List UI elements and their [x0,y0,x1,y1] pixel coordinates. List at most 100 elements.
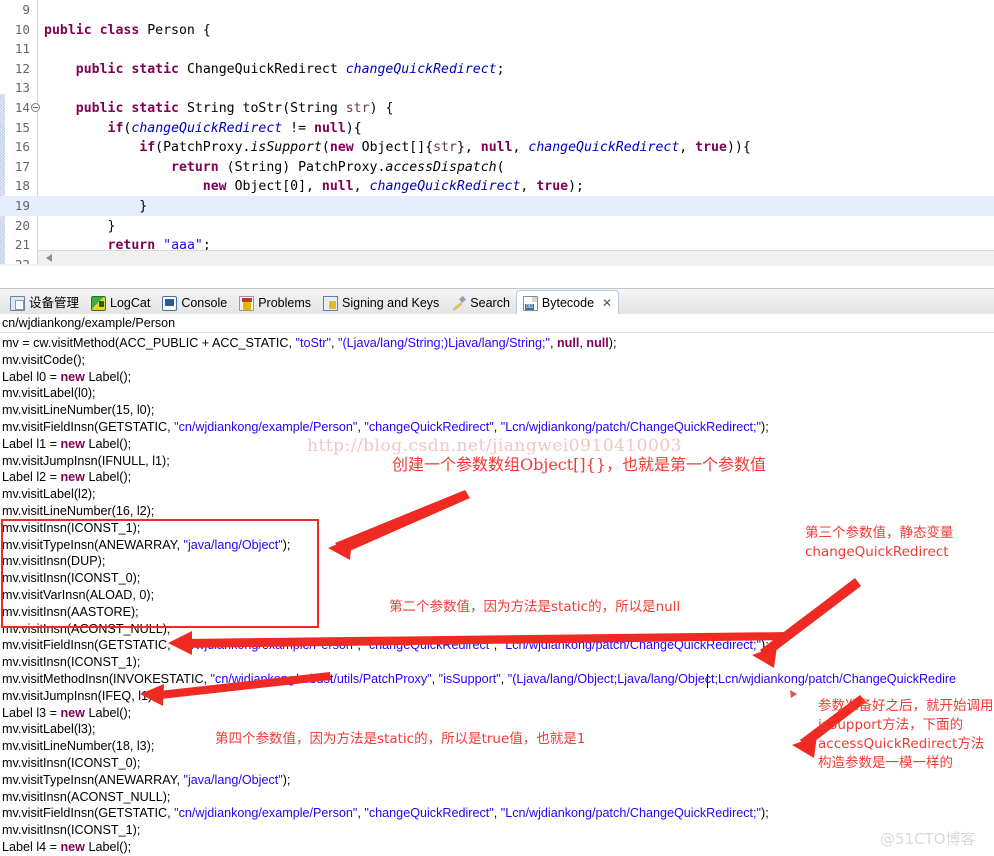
tab-label: Signing and Keys [342,295,440,310]
bytecode-token: , [331,336,339,350]
bytecode-token: mv.visitInsn(ICONST_0); [2,755,141,770]
bytecode-line[interactable]: mv.visitFieldInsn(GETSTATIC, "cn/wjdiank… [2,419,994,436]
code-text: if(PatchProxy.isSupport(new Object[]{str… [30,138,751,158]
bytecode-token: "Lcn/wjdiankong/patch/ChangeQuickRedirec… [500,419,762,434]
tab-problems[interactable]: Problems [233,291,317,315]
tab-label: Search [470,295,510,310]
tab-logcat[interactable]: LogCat [85,291,156,315]
bytecode-line[interactable]: mv.visitTypeInsn(ANEWARRAY, "java/lang/O… [2,537,994,554]
bytecode-listing[interactable]: mv = cw.visitMethod(ACC_PUBLIC + ACC_STA… [0,333,994,856]
bytecode-line[interactable]: mv.visitLineNumber(15, l0); [2,402,994,419]
bytecode-line[interactable]: mv.visitInsn(ICONST_1); [2,822,994,839]
code-token: null [321,179,354,195]
close-icon[interactable]: ✕ [602,297,612,309]
code-line[interactable]: 10 public class Person { [0,20,994,40]
bytecode-line[interactable]: mv = cw.visitMethod(ACC_PUBLIC + ACC_STA… [2,335,994,352]
line-number: 21 [14,237,30,253]
bytecode-line[interactable]: Label l0 = new Label(); [2,369,994,386]
code-line[interactable]: 20 } [0,216,994,236]
bytecode-line[interactable]: mv.visitInsn(DUP); [2,553,994,570]
bytecode-line[interactable]: Label l3 = new Label(); [2,705,994,722]
line-number: 14 [14,99,30,115]
code-token: )){ [726,140,751,156]
tab-bytecode[interactable]: Bytecode ✕ [515,290,620,315]
bytecode-line[interactable]: mv.visitInsn(ICONST_0); [2,570,994,587]
code-line[interactable]: 15 if(changeQuickRedirect != null){ [0,118,994,138]
bytecode-token: "changeQuickRedirect" [364,419,494,434]
bytecode-line[interactable]: mv.visitFieldInsn(GETSTATIC, "cn/wjdiank… [2,805,994,822]
bytecode-line[interactable]: mv.visitLabel(l0); [2,385,994,402]
bytecode-token: Label(); [84,470,132,485]
bytecode-token: mv.visitInsn(ICONST_0); [2,571,141,586]
bytecode-token: ); [282,772,291,787]
code-line[interactable]: 19 } [0,195,994,216]
bytecode-line[interactable]: mv.visitInsn(ICONST_1); [2,654,994,671]
code-line[interactable]: 11 [0,39,994,59]
code-token: != [282,120,314,136]
editor-horizontal-scrollbar[interactable] [38,250,994,266]
bytecode-line[interactable]: mv.visitFieldInsn(GETSTATIC, "cn/wjdiank… [2,637,994,654]
scroll-left-arrow-icon[interactable] [46,254,52,262]
tab-设备管理[interactable]: 设备管理 [4,291,85,315]
code-line[interactable]: 16 if(PatchProxy.isSupport(new Object[]{… [0,137,994,157]
code-line[interactable]: 14 public static String toStr(String str… [0,98,994,118]
code-token: public [75,61,124,77]
code-token: changeQuickRedirect [528,140,680,156]
code-line[interactable]: 18 new Object[0], null, changeQuickRedir… [0,176,994,196]
bytecode-token: mv.visitInsn(ACONST_NULL); [2,621,171,636]
tab-console[interactable]: Console [156,291,233,315]
code-text: } [30,217,116,237]
line-number: 11 [14,41,30,57]
bytecode-token: "isSupport" [438,671,501,686]
code-token: Object[]{ [353,140,434,156]
view-tab-bar[interactable]: 设备管理 LogCat Console Problems Signing and Key… [0,288,994,315]
bytecode-line[interactable]: mv.visitJumpInsn(IFEQ, l1); [2,688,994,705]
bytecode-line[interactable]: Label l1 = new Label(); [2,436,994,453]
bytecode-token: "java/lang/Object" [183,772,283,787]
bytecode-line[interactable]: mv.visitVarInsn(ALOAD, 0); [2,587,994,604]
code-token: str [345,100,370,116]
signing-keys-icon [323,295,338,311]
bytecode-token: null [586,336,609,350]
code-line[interactable]: 12 public static ChangeQuickRedirect cha… [0,59,994,79]
code-token: if [107,120,124,136]
tab-search[interactable]: Search [445,291,516,315]
editor-code-area[interactable]: 9 10 public class Person {11 12 public stat… [0,0,994,266]
bytecode-line[interactable]: mv.visitLineNumber(16, l2); [2,503,994,520]
bytecode-token: Label l3 = [2,705,61,720]
bytecode-view-panel[interactable]: cn/wjdiankong/example/Person mv = cw.vis… [0,314,994,856]
code-line[interactable]: 17 return (String) PatchProxy.accessDisp… [0,157,994,177]
line-number: 13 [14,80,30,96]
code-token: null [480,140,513,156]
bytecode-line[interactable]: mv.visitInsn(ACONST_NULL); [2,789,994,806]
bytecode-line[interactable]: mv.visitInsn(ICONST_1); [2,520,994,537]
bytecode-line[interactable]: mv.visitLabel(l3); [2,721,994,738]
code-token: new [202,179,227,195]
code-fold-toggle-icon[interactable] [31,102,40,112]
tab-signing-and-keys[interactable]: Signing and Keys [317,291,445,315]
bytecode-line[interactable]: mv.visitInsn(ACONST_NULL); [2,621,994,638]
bytecode-token: "(Ljava/lang/String;)Ljava/lang/String;" [338,336,550,350]
bytecode-line[interactable]: mv.visitLabel(l2); [2,486,994,503]
code-token: true [695,140,727,156]
line-number: 17 [14,158,30,174]
bytecode-token: "cn/wjdiankong/example/Person" [174,638,358,653]
bytecode-token: mv.visitInsn(ICONST_1); [2,520,141,535]
bytecode-line[interactable]: mv.visitInsn(ICONST_0); [2,755,994,772]
line-number: 16 [14,139,30,155]
bytecode-token: "(Ljava/lang/Object;Ljava/lang/Object;Lc… [507,671,957,686]
java-source-editor[interactable]: 9 10 public class Person {11 12 public stat… [0,0,994,266]
code-line[interactable]: 9 [0,0,994,20]
bytecode-line[interactable]: mv.visitInsn(AASTORE); [2,604,994,621]
code-line[interactable]: 13 [0,78,994,98]
bytecode-line[interactable]: mv.visitLineNumber(18, l3); [2,738,994,755]
bytecode-line[interactable]: mv.visitMethodInsn(INVOKESTATIC, "cn/wjd… [2,671,994,688]
bytecode-line[interactable]: Label l4 = new Label(); [2,839,994,856]
bytecode-line[interactable]: Label l2 = new Label(); [2,469,994,486]
bytecode-line[interactable]: mv.visitJumpInsn(IFNULL, l1); [2,453,994,470]
bytecode-token: , [493,419,501,434]
bytecode-token: new [60,470,85,485]
bytecode-line[interactable]: mv.visitCode(); [2,352,994,369]
bytecode-line[interactable]: mv.visitTypeInsn(ANEWARRAY, "java/lang/O… [2,772,994,789]
